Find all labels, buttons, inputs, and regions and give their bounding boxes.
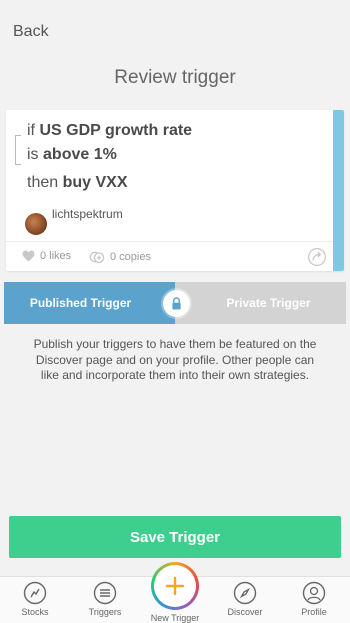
card-accent-bar bbox=[333, 110, 344, 271]
compass-icon bbox=[233, 581, 257, 605]
published-label: Published Trigger bbox=[29, 296, 132, 310]
toggle-knob[interactable] bbox=[163, 290, 190, 317]
is-line: is above 1% bbox=[27, 146, 117, 164]
publish-description: Publish your triggers to have them be fe… bbox=[33, 337, 317, 382]
copies-count: 0 copies bbox=[110, 251, 151, 263]
save-trigger-button[interactable]: Save Trigger bbox=[9, 516, 341, 558]
visibility-toggle[interactable]: Published Trigger Private Trigger bbox=[4, 282, 346, 324]
tab-bar: Stocks Triggers New Trigger Discover Pro… bbox=[0, 565, 350, 623]
page-title: Review trigger bbox=[114, 67, 236, 88]
private-label: Private Trigger bbox=[226, 296, 311, 310]
triggers-icon bbox=[93, 581, 117, 605]
share-icon bbox=[308, 248, 326, 266]
if-line: if US GDP growth rate bbox=[27, 122, 192, 140]
is-keyword: is bbox=[27, 146, 39, 163]
tab-discover[interactable]: Discover bbox=[215, 581, 275, 617]
heart-icon bbox=[22, 250, 35, 262]
tab-stocks[interactable]: Stocks bbox=[5, 581, 65, 617]
trigger-action: buy VXX bbox=[62, 174, 128, 191]
back-button[interactable]: Back bbox=[13, 23, 49, 41]
condition-bracket bbox=[15, 135, 21, 165]
private-option[interactable]: Private Trigger bbox=[175, 282, 346, 324]
published-option[interactable]: Published Trigger bbox=[4, 282, 175, 324]
stocks-icon bbox=[23, 581, 47, 605]
tab-stocks-label: Stocks bbox=[21, 607, 49, 617]
tab-profile[interactable]: Profile bbox=[284, 581, 344, 617]
lock-icon bbox=[172, 297, 181, 310]
copies-stat[interactable]: 0 copies bbox=[89, 250, 151, 264]
likes-stat[interactable]: 0 likes bbox=[22, 250, 71, 262]
plus-icon bbox=[165, 576, 185, 596]
author-name: lichtspektrum bbox=[52, 207, 123, 221]
tab-discover-label: Discover bbox=[227, 607, 263, 617]
if-keyword: if bbox=[27, 122, 35, 139]
share-button[interactable] bbox=[307, 247, 327, 271]
likes-count: 0 likes bbox=[40, 250, 72, 262]
profile-icon bbox=[302, 581, 326, 605]
card-footer: 0 likes 0 copies bbox=[6, 241, 333, 271]
avatar bbox=[25, 213, 47, 235]
trigger-card: if US GDP growth rate is above 1% then b… bbox=[6, 110, 344, 271]
tab-profile-label: Profile bbox=[301, 607, 327, 617]
trigger-metric: US GDP growth rate bbox=[39, 122, 193, 139]
tab-triggers-label: Triggers bbox=[88, 607, 122, 617]
tab-triggers[interactable]: Triggers bbox=[75, 581, 135, 617]
tab-new-trigger[interactable]: New Trigger bbox=[145, 562, 205, 623]
tab-new-trigger-label: New Trigger bbox=[150, 613, 200, 623]
then-line: then buy VXX bbox=[27, 174, 128, 192]
copy-icon bbox=[89, 251, 105, 263]
author-row[interactable]: lichtspektrum bbox=[25, 204, 123, 235]
new-trigger-circle bbox=[151, 562, 199, 610]
trigger-condition: above 1% bbox=[43, 146, 117, 163]
then-keyword: then bbox=[27, 174, 59, 191]
status-bar bbox=[0, 0, 350, 16]
